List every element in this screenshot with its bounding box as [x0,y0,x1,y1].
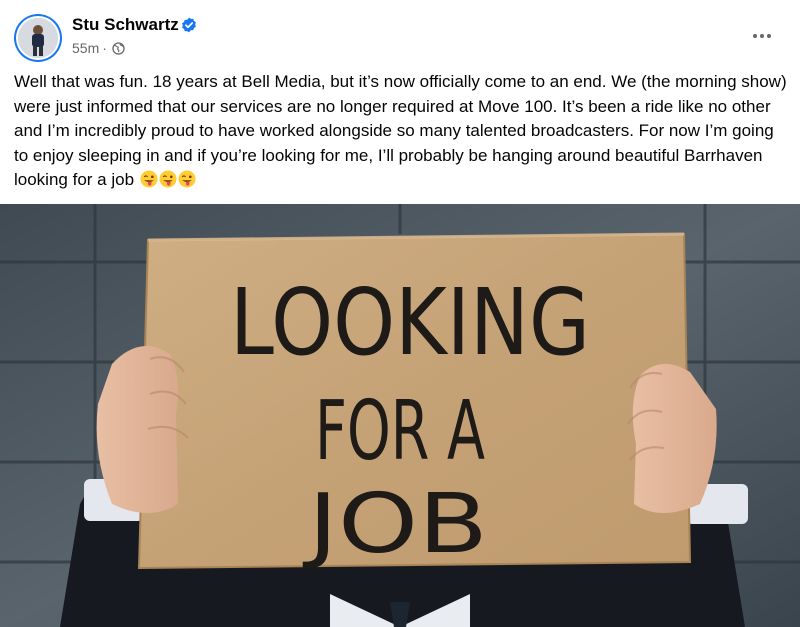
sign-line-2: FOR A [315,384,485,479]
winking-tongue-emoji-icon [159,170,177,188]
author-name[interactable]: Stu Schwartz [72,15,179,35]
more-options-icon [753,34,757,38]
post-time[interactable]: 55m [72,40,99,56]
more-options-button[interactable] [744,18,780,54]
post-text: Well that was fun. 18 years at Bell Medi… [14,72,787,189]
verified-badge-icon [182,17,196,33]
post-photo[interactable]: LOOKING FOR A JOB [0,204,800,627]
post-meta: 55m · [72,40,125,56]
meta-separator: · [102,40,107,56]
sign-line-3: JOB [302,477,488,572]
avatar[interactable] [14,14,62,62]
sign-line-1: LOOKING [230,269,590,376]
avatar-photo [18,18,58,58]
globe-icon[interactable] [112,41,125,55]
winking-tongue-emoji-icon [178,170,196,188]
looking-for-job-photo: LOOKING FOR A JOB [0,204,800,627]
winking-tongue-emoji-icon [140,170,158,188]
post-header: Stu Schwartz 55m · [0,0,800,66]
post-body: Well that was fun. 18 years at Bell Medi… [14,70,789,193]
